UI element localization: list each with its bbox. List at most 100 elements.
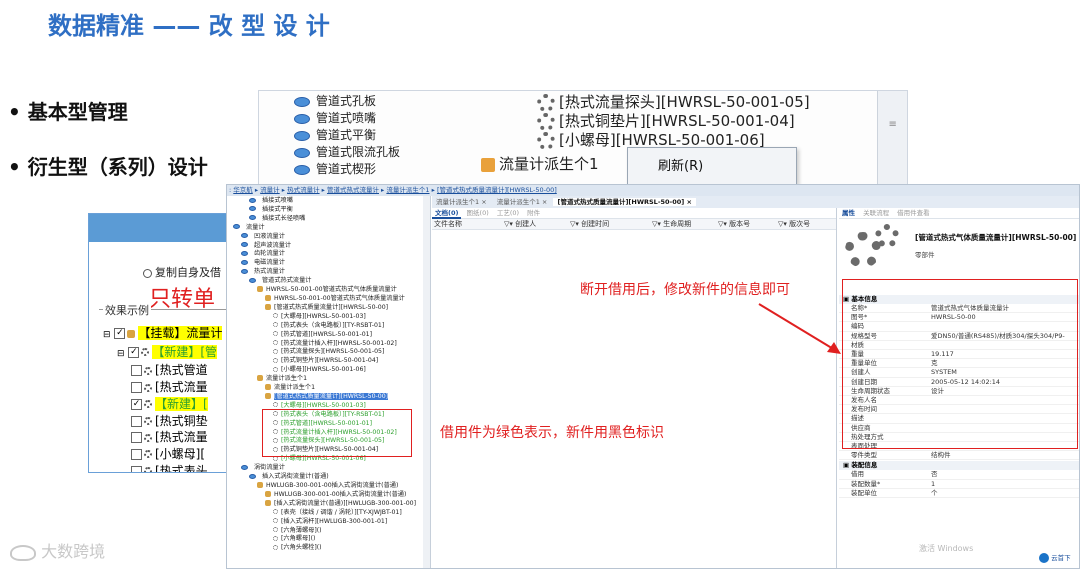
tree-node[interactable]: 插入式涡街流量计(普通) [227,473,430,482]
checkbox[interactable] [131,465,142,472]
tree-node[interactable]: [插入式涡杆][HWLUGB-300-001-01] [227,518,430,527]
breadcrumb-item[interactable]: 热式流量计 [287,186,320,194]
back-left-item[interactable]: 管道式限流孔板 [294,144,400,161]
tree-node[interactable]: 插接式长径喷嘴 [227,215,430,224]
copy-radio[interactable]: 复制自身及借 [143,264,221,280]
tree-node[interactable]: 齿轮流量计 [227,250,430,259]
sub-tab[interactable]: 工艺(0) [494,209,522,217]
tree-node-label: [管道式热式质量流量计][HWRSL-50-00] [274,303,389,311]
col-created-time[interactable]: ▽▾ 创建时间 [570,219,609,229]
col-revision[interactable]: ▽▾ 版次号 [778,219,810,229]
tree-node-label: [小螺母][HWRSL-50-001-06] [281,366,366,374]
cloud-badge[interactable]: 云首下 [1039,552,1071,563]
tree-node[interactable]: 流量计派生个1 [227,384,430,393]
tree-node[interactable]: 插接式喷嘴 [227,197,430,206]
back-left-item[interactable]: 管道式喷嘴 [294,110,400,127]
prop-tab-active[interactable]: 属性 [839,209,858,217]
effect-row[interactable]: ✓ 【新建】[ [103,396,222,413]
sub-tab-bar: 文档(0) 图纸(0) 工艺(0) 附件 [432,208,836,219]
effect-row[interactable]: ⊟ ✓ 【挂载】流量计 [103,325,223,344]
tree-node[interactable]: [热式流量探头][HWRSL-50-001-05] [227,348,430,357]
tree-node[interactable]: 热式流量计 [227,268,430,277]
checkbox[interactable] [131,432,142,444]
tree-node[interactable]: 电磁流量计 [227,259,430,268]
checkbox[interactable]: ✓ [114,328,126,339]
sub-tab-active[interactable]: 文档(0) [432,209,462,219]
tree-node[interactable]: 流量计派生个1 [227,375,430,384]
tree-node-label: HWLUGB-300-001-00插入式涡街流量计(普通) [274,490,407,498]
back-left-item[interactable]: 管道式孔板 [294,93,400,110]
doc-tab-active[interactable]: [管道式热式质量流量计][HWRSL-50-00] × [553,198,696,206]
back-derive-node[interactable]: 流量计派生个1 [481,155,599,174]
breadcrumb-item[interactable]: 管道式热式流量计 [327,186,379,194]
prop-row[interactable]: 装配单位 个 [839,488,1079,499]
gear-icon [144,366,152,375]
checkbox[interactable]: ✓ [128,346,140,358]
tree-node[interactable]: 涡街流量计 [227,464,430,473]
checkbox[interactable] [131,415,142,427]
effect-row[interactable]: [小螺母][ [103,446,222,463]
tree-node[interactable]: 凹液流量计 [227,233,430,242]
tree-node[interactable]: HWRSL-50-001-00管道式热式气体质量流量计 [227,294,430,304]
tree-node[interactable]: [大螺母][HWRSL-50-001-03] [227,313,430,322]
tree-node[interactable]: 插接式平衡 [227,206,430,215]
assembly-info-header[interactable]: ▣ 装配信息 [839,461,1079,471]
doc-tab[interactable]: 流量计派生个1 × [432,198,491,206]
tree-node[interactable]: 流量计 [227,224,430,233]
tree-node[interactable]: [热式表头（含电路板）][TY-RSBT-01] [227,322,430,331]
tree-node[interactable]: [六角螺母]() [227,535,430,544]
breadcrumb-item[interactable]: 流量计派生个1 [386,186,429,194]
tree-node[interactable]: 管道式热式流量计 [227,277,430,286]
gear-icon [144,433,152,442]
disc-icon [241,250,248,256]
back-left-item[interactable]: 管道式楔形 [294,161,400,178]
tree-node[interactable]: HWRSL-50-001-00管道式热式气体质量流量计 [227,286,430,295]
checkbox[interactable] [131,448,142,460]
prop-value: 否 [931,470,938,479]
tree-node[interactable]: [插入式涡街流量计(普通)][HWLUGB-300-001-00] [227,499,430,509]
prop-tab[interactable]: 借用件查看 [894,209,933,217]
effect-row[interactable]: [热式流量 [103,379,222,396]
back-scrollbar[interactable]: ≡ [877,91,907,184]
col-creator[interactable]: ▽▾ 创建人 [504,219,536,229]
tree-node[interactable]: [管道式热式质量流量计][HWRSL-50-00] [227,392,430,402]
checkbox[interactable]: ✓ [131,398,142,410]
tree-node[interactable]: [小螺母][HWRSL-50-001-06] [227,366,430,375]
tree-node[interactable]: [热式铜垫片][HWRSL-50-001-04] [227,357,430,366]
back-left-item[interactable]: 管道式平衡 [294,127,400,144]
prop-key: 装配单位 [851,488,877,497]
breadcrumb-item[interactable]: [管道式热式质量流量计][HWRSL-50-00] [437,186,557,194]
tree-scrollbar[interactable] [423,196,430,568]
tree-node[interactable]: [表壳（接线 / 调谐 / 涡轮）][TY-XJWJBT-01] [227,509,430,518]
col-lifecycle[interactable]: ▽▾ 生命周期 [652,219,691,229]
tree-node[interactable]: HWLUGB-300-001-00插入式涡街流量计(普通) [227,482,430,491]
prop-row[interactable]: 零件类型 结构件 [839,451,1079,461]
prop-title: [管道式热式气体质量流量计][HWRSL-50-00] [915,233,1077,242]
checkbox[interactable] [131,365,142,377]
prop-row[interactable]: 装配数量* 1 [839,480,1079,489]
col-version[interactable]: ▽▾ 版本号 [718,219,750,229]
tree-node[interactable]: [管道式热式质量流量计][HWRSL-50-00] [227,303,430,313]
back-right-item[interactable]: [热式铜垫片][HWRSL-50-001-04] [537,112,810,131]
checkbox[interactable] [131,382,142,394]
effect-row[interactable]: [热式表头 [103,463,222,472]
effect-row[interactable]: ⊟ ✓ 【新建】[管 [103,344,222,363]
sub-tab[interactable]: 图纸(0) [464,209,492,217]
prop-row[interactable]: 借用 否 [839,470,1079,480]
refresh-menu-item[interactable]: 刷新(R) [628,148,796,174]
effect-row[interactable]: [热式铜垫 [103,413,222,430]
prop-tab[interactable]: 关联流程 [860,209,892,217]
tree-node[interactable]: [六角头螺栓]() [227,544,430,553]
col-filename[interactable]: 文件名称 [434,219,462,229]
back-right-item[interactable]: [热式流量探头][HWRSL-50-001-05] [537,93,810,112]
breadcrumb-item[interactable]: 华京航 [233,186,253,194]
effect-row[interactable]: [热式管道 [103,362,222,379]
gear-icon [144,417,152,426]
effect-row[interactable]: [热式流量 [103,429,222,446]
breadcrumb-item[interactable]: 流量计 [260,186,280,194]
sub-tab[interactable]: 附件 [524,209,543,217]
doc-tab[interactable]: 流量计派生个1 × [493,198,552,206]
tree-node[interactable]: HWLUGB-300-001-00插入式涡街流量计(普通) [227,490,430,500]
tree-node[interactable]: [六角薄螺母]() [227,527,430,536]
tree-node[interactable]: [热式管道][HWRSL-50-001-01] [227,331,430,340]
